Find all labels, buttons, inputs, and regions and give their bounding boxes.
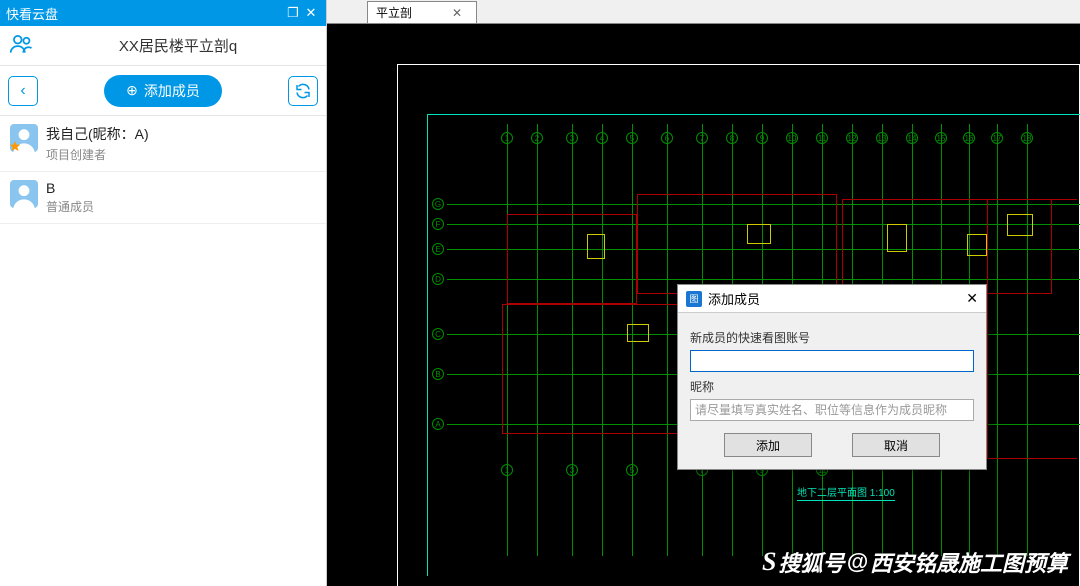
panel-detach-icon[interactable]: ❐ <box>284 5 302 21</box>
drawing-title-label: 地下二层平面图 1:100 <box>797 484 895 501</box>
tabbar: 平立剖 ✕ <box>327 0 1080 24</box>
chevron-left-icon: ‹ <box>20 82 25 100</box>
sidebar-toolbar: ‹ ⊕ 添加成员 <box>0 66 326 116</box>
refresh-button[interactable] <box>288 76 318 106</box>
member-role: 普通成员 <box>46 198 94 215</box>
account-field-label: 新成员的快速看图账号 <box>690 329 974 346</box>
main-area: 平立剖 ✕ G F E D C B A 1 2 3 4 5 6 7 8 9 10 <box>327 0 1080 586</box>
dialog-cancel-button[interactable]: 取消 <box>852 433 940 457</box>
nickname-field-label: 昵称 <box>690 378 974 395</box>
refresh-icon <box>294 82 312 100</box>
plus-icon: ⊕ <box>126 82 138 99</box>
tab-label: 平立剖 <box>376 4 412 21</box>
app-icon: 图 <box>686 291 702 307</box>
sidebar-titlebar: 快看云盘 ❐ ✕ <box>0 0 326 26</box>
sidebar-window-title: 快看云盘 <box>6 4 58 23</box>
sidebar-panel: 快看云盘 ❐ ✕ XX居民楼平立剖q ‹ ⊕ 添加成员 <box>0 0 327 586</box>
dialog-close-icon[interactable]: ✕ <box>966 290 978 307</box>
tab-close-icon[interactable]: ✕ <box>452 6 462 20</box>
nickname-input[interactable] <box>690 399 974 421</box>
member-role: 项目创建者 <box>46 146 149 163</box>
avatar <box>10 180 38 208</box>
watermark: S 搜狐号 @ 西安铭晟施工图预算 <box>762 546 1068 578</box>
add-member-label: 添加成员 <box>144 81 200 101</box>
add-member-button[interactable]: ⊕ 添加成员 <box>104 75 222 107</box>
dialog-titlebar[interactable]: 图 添加成员 ✕ <box>678 285 986 313</box>
member-row[interactable]: B 普通成员 <box>0 172 326 224</box>
avatar <box>10 124 38 152</box>
watermark-at: @ <box>847 549 868 575</box>
tab-drawing[interactable]: 平立剖 ✕ <box>367 1 477 23</box>
add-member-dialog: 图 添加成员 ✕ 新成员的快速看图账号 昵称 添加 取消 <box>677 284 987 470</box>
account-input[interactable] <box>690 350 974 372</box>
member-name: B <box>46 180 94 196</box>
watermark-name: 西安铭晟施工图预算 <box>870 546 1068 578</box>
cad-canvas[interactable]: G F E D C B A 1 2 3 4 5 6 7 8 9 10 11 12… <box>327 24 1080 586</box>
panel-close-icon[interactable]: ✕ <box>302 5 320 21</box>
watermark-prefix: 搜狐号 <box>779 546 845 578</box>
dialog-title: 添加成员 <box>708 289 760 308</box>
members-icon <box>8 31 38 60</box>
back-button[interactable]: ‹ <box>8 76 38 106</box>
member-name: 我自己(昵称：A) <box>46 124 149 144</box>
member-row[interactable]: 我自己(昵称：A) 项目创建者 <box>0 116 326 172</box>
watermark-logo-icon: S <box>762 547 776 577</box>
dialog-add-button[interactable]: 添加 <box>724 433 812 457</box>
owner-star-icon <box>10 140 22 152</box>
sidebar-header: XX居民楼平立剖q <box>0 26 326 66</box>
project-title: XX居民楼平立剖q <box>38 35 318 56</box>
